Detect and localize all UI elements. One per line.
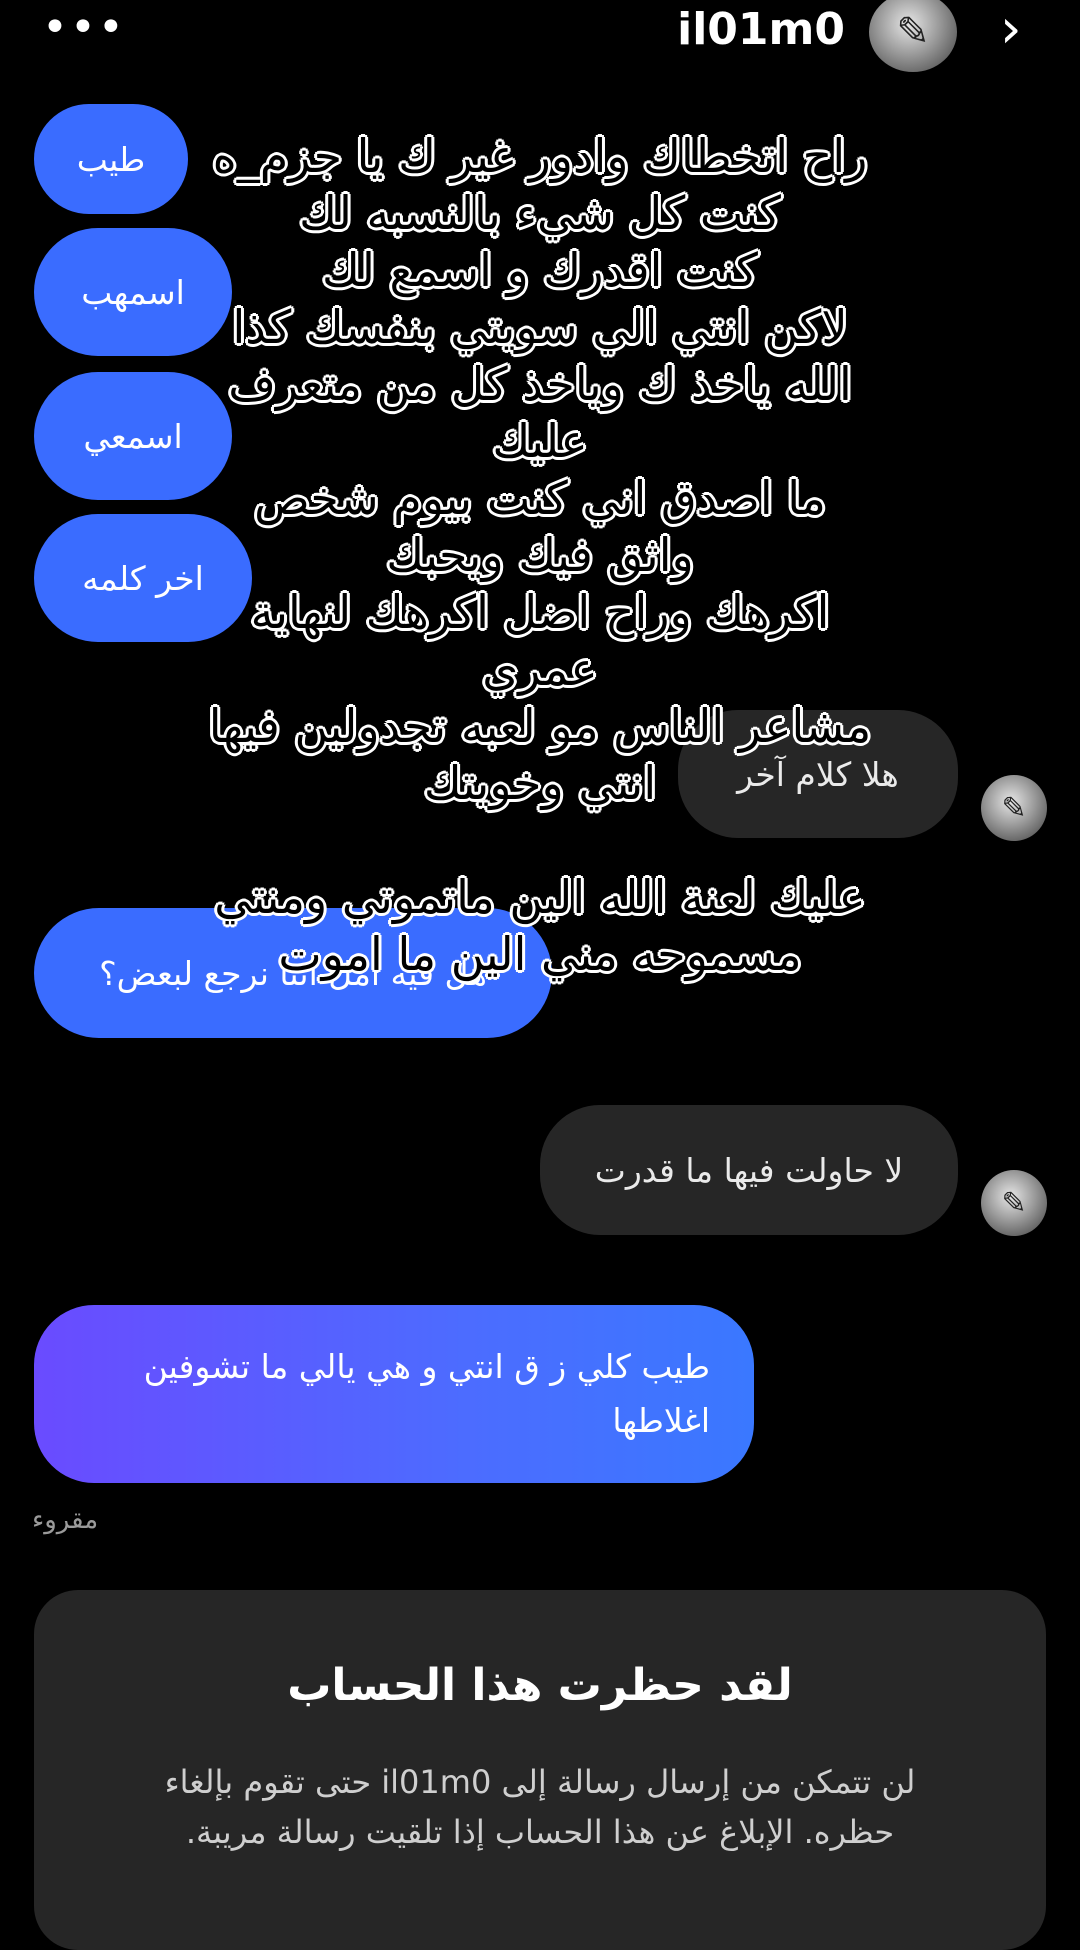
overlay-line: ما اصدق اني كنت بيوم شخص	[254, 471, 826, 525]
overlay-line: مشاعر الناس مو لعبه تجدولين فيها	[208, 699, 872, 753]
overlay-line: عمري	[482, 642, 598, 696]
overlay-line: كنت اقدرك و اسمع لك	[322, 243, 758, 297]
overlay-line: عليك	[492, 414, 588, 468]
overlay-line: واثق فيك ويحبك	[386, 528, 694, 582]
overlay-line: راح اتخطاك وادور غير ك يا جزم_ه	[212, 129, 868, 183]
header-avatar[interactable]: ✎	[869, 0, 957, 72]
overlay-line	[150, 812, 930, 869]
sender-avatar[interactable]: ✎	[981, 775, 1047, 841]
overlay-line: مسموحه مني الين ما اموت	[278, 927, 802, 981]
chat-header: ••• il01m0 ✎ ›	[0, 0, 1080, 90]
overlay-line: كنت كل شيء بالنسبه لك	[299, 186, 781, 240]
back-chevron-icon[interactable]: ›	[1000, 2, 1040, 56]
seen-status: مقروء	[32, 1505, 99, 1535]
avatar-glyph-icon: ✎	[1001, 1185, 1027, 1221]
overlay-line: اكرهك وراح اضل اكرهك لنهاية	[250, 585, 830, 639]
blocked-description: لن تتمكن من إرسال رسالة إلى il01m0 حتى ت…	[164, 1763, 916, 1851]
overlay-text: راح اتخطاك وادور غير ك يا جزم_ه كنت كل ش…	[150, 128, 930, 983]
overlay-line: الله ياخذ ك وياخذ كل من متعرف	[228, 357, 852, 411]
blocked-title: لقد حظرت هذا الحساب	[287, 1660, 793, 1711]
message-bubble-outgoing-last[interactable]: طيب كلي ز ق انتي و هي يالي ما تشوفين اغل…	[34, 1305, 754, 1483]
avatar-glyph-icon: ✎	[896, 9, 930, 55]
avatar-glyph-icon: ✎	[1001, 790, 1027, 826]
sender-avatar[interactable]: ✎	[981, 1170, 1047, 1236]
overlay-line: لاكن انتي الي سويتي بنفسك كذا	[232, 300, 848, 354]
chat-username[interactable]: il01m0	[677, 4, 845, 56]
overlay-line: انتي وخويتك	[423, 756, 657, 810]
overlay-line: عليك لعنة الله الين ماتموتي ومنتي	[214, 870, 866, 924]
message-bubble-incoming[interactable]: لا حاولت فيها ما قدرت	[540, 1105, 958, 1235]
blocked-account-card: لقد حظرت هذا الحساب لن تتمكن من إرسال رس…	[34, 1590, 1046, 1950]
more-options-icon[interactable]: •••	[42, 6, 124, 50]
